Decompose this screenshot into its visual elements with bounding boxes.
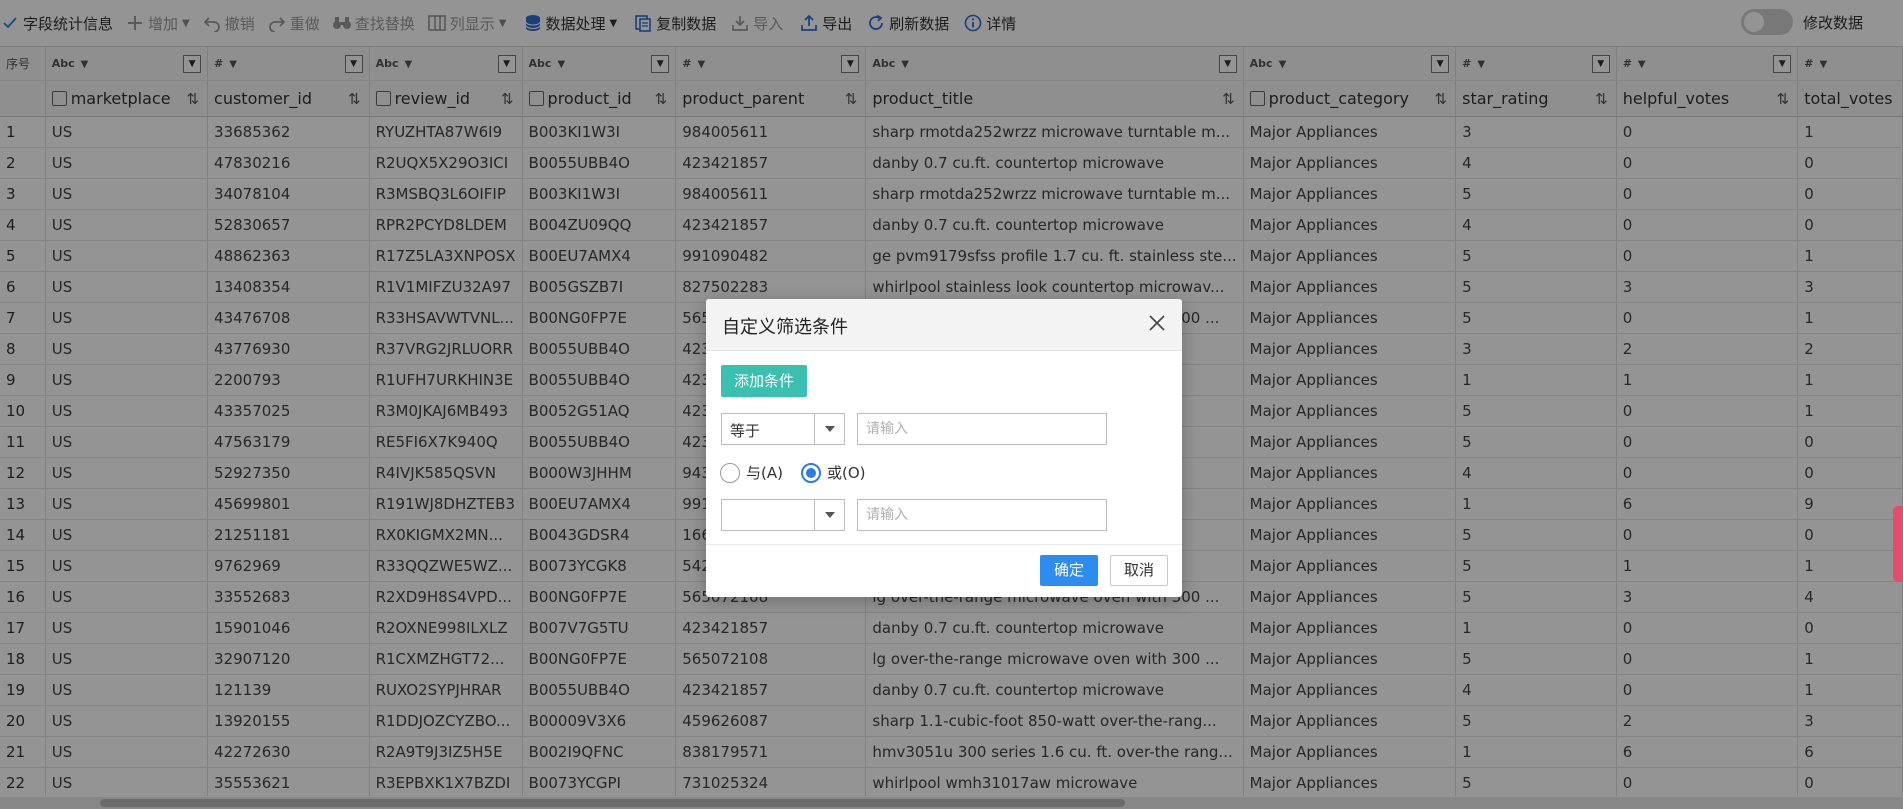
dialog-header: 自定义筛选条件 [706,299,1182,351]
or-radio[interactable] [800,462,821,483]
custom-filter-dialog: 自定义筛选条件 添加条件 等于 与(A) 或(O) 确定 取消 [706,299,1182,597]
condition2-operator-select[interactable] [721,499,845,531]
condition1-value-input[interactable] [857,413,1107,445]
cancel-button[interactable]: 取消 [1110,555,1168,586]
condition1-operator-select[interactable]: 等于 [721,413,845,445]
confirm-button[interactable]: 确定 [1040,555,1098,586]
logic-radio-group: 与(A) 或(O) [720,462,883,483]
add-condition-button[interactable]: 添加条件 [721,365,807,397]
side-panel-handle[interactable] [1893,506,1903,582]
dialog-footer-divider [706,544,1182,545]
chevron-down-icon [814,500,844,530]
condition2-value-input[interactable] [857,499,1107,531]
chevron-down-icon [814,414,844,444]
and-radio[interactable] [720,462,740,483]
dialog-title: 自定义筛选条件 [722,317,848,338]
close-icon[interactable] [1146,312,1168,334]
